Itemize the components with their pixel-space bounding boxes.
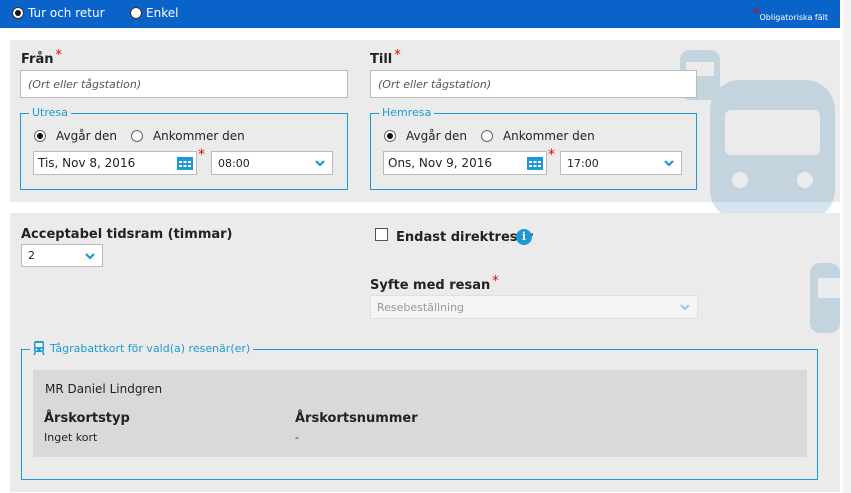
round-trip-radio[interactable] [12, 7, 24, 19]
card-number-header: Årskortsnummer [295, 411, 418, 426]
chevron-down-icon [85, 253, 95, 260]
one-way-label: Enkel [146, 6, 179, 20]
outbound-depart-label: Avgår den [56, 129, 117, 143]
return-arrive-label: Ankommer den [502, 129, 595, 143]
return-date-value: Ons, Nov 9, 2016 [388, 156, 492, 170]
from-label: Från * [21, 48, 62, 67]
round-trip-option[interactable]: Tur och retur [12, 6, 105, 20]
round-trip-label: Tur och retur [28, 6, 105, 20]
scrollbar[interactable] [843, 0, 851, 493]
outbound-arrive-label: Ankommer den [152, 129, 245, 143]
rail-card-fieldset: Tågrabattkort för vald(a) resenär(er) MR… [21, 341, 818, 480]
time-window-label: Acceptabel tidsram (timmar) [21, 227, 233, 242]
train-icon [810, 263, 840, 333]
time-window-select[interactable]: 2 [21, 244, 103, 267]
outbound-fieldset: Utresa Avgår den Ankommer den Tis, Nov 8… [20, 106, 348, 190]
route-panel: Från * (Ort eller tågstation) Till * (Ort … [10, 40, 840, 242]
return-date-input[interactable]: Ons, Nov 9, 2016 [383, 151, 547, 175]
card-type-value: Inget kort [44, 431, 98, 444]
outbound-mode: Avgår den Ankommer den [34, 129, 259, 143]
return-time-value: 17:00 [567, 156, 599, 170]
outbound-date-value: Tis, Nov 8, 2016 [38, 156, 136, 170]
outbound-depart-radio[interactable] [34, 130, 46, 142]
outbound-time-select[interactable]: 08:00 [211, 151, 333, 175]
direct-only-checkbox[interactable] [375, 228, 388, 241]
return-date-required: * [548, 147, 555, 163]
info-icon[interactable]: i [516, 229, 532, 245]
to-label: Till * [370, 48, 401, 67]
rail-card-legend: Tågrabattkort för vald(a) resenär(er) [30, 341, 254, 355]
return-depart-radio[interactable] [384, 130, 396, 142]
to-input[interactable]: (Ort eller tågstation) [370, 70, 697, 98]
outbound-legend: Utresa [29, 106, 71, 119]
one-way-radio[interactable] [130, 7, 142, 19]
required-note: *Obligatoriska fält [753, 6, 828, 22]
chevron-down-icon [664, 160, 674, 167]
outbound-date-input[interactable]: Tis, Nov 8, 2016 [33, 151, 197, 175]
card-number-value: - [295, 431, 299, 444]
passenger-name: MR Daniel Lindgren [45, 382, 163, 396]
return-mode: Avgår den Ankommer den [384, 129, 609, 143]
chevron-down-icon [680, 304, 690, 311]
return-depart-label: Avgår den [406, 129, 467, 143]
return-arrive-radio[interactable] [480, 130, 493, 142]
train-icon [33, 341, 45, 355]
from-input[interactable]: (Ort eller tågstation) [20, 70, 348, 98]
purpose-select[interactable]: Resebeställning [370, 295, 698, 319]
outbound-date-required: * [198, 147, 205, 163]
trip-type-bar: Tur och retur Enkel *Obligatoriska fält [0, 0, 840, 28]
outbound-arrive-radio[interactable] [130, 130, 143, 142]
direct-only-label: Endast direktresor [396, 230, 533, 245]
options-panel: Acceptabel tidsram (timmar) 2 Endast dir… [10, 213, 840, 492]
calendar-icon[interactable] [527, 156, 543, 170]
chevron-down-icon [315, 160, 325, 167]
purpose-value: Resebeställning [377, 300, 465, 314]
purpose-label: Syfte med resan * [370, 274, 499, 293]
passenger-card: MR Daniel Lindgren Årskortstyp Inget kor… [33, 370, 807, 457]
return-fieldset: Hemresa Avgår den Ankommer den Ons, Nov … [370, 106, 697, 190]
calendar-icon[interactable] [177, 156, 193, 170]
return-legend: Hemresa [379, 106, 435, 119]
time-window-value: 2 [28, 249, 35, 262]
one-way-option[interactable]: Enkel [130, 6, 178, 20]
outbound-time-value: 08:00 [218, 156, 250, 170]
card-type-header: Årskortstyp [44, 411, 130, 426]
return-time-select[interactable]: 17:00 [560, 151, 682, 175]
